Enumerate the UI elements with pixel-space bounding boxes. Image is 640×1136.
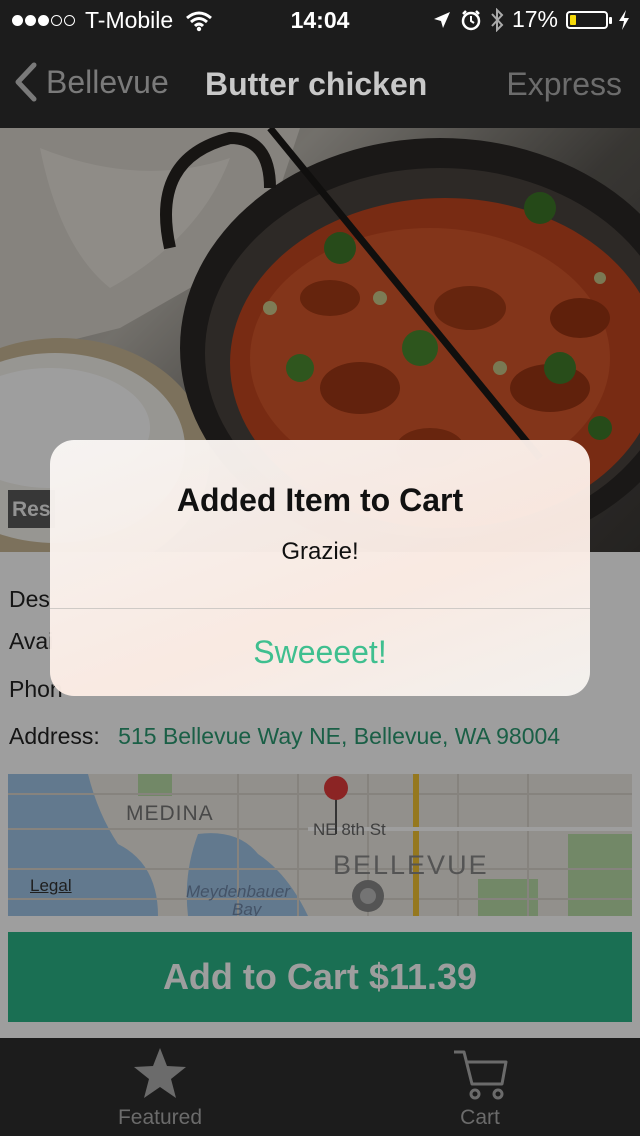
location-arrow-icon: [433, 11, 450, 28]
star-icon: [134, 1048, 186, 1098]
navigation-bar: Bellevue Butter chicken Express: [0, 40, 640, 128]
tab-cart-label: Cart: [460, 1106, 500, 1129]
tab-featured[interactable]: Featured: [60, 1046, 260, 1130]
bluetooth-icon: [491, 7, 504, 32]
alert-confirm-button[interactable]: Sweeeet!: [50, 609, 590, 696]
tab-cart[interactable]: Cart: [380, 1046, 580, 1130]
back-label: Bellevue: [46, 63, 169, 100]
alarm-icon: [461, 9, 481, 30]
chevron-left-icon: [15, 62, 37, 102]
tab-bar: Featured Cart: [0, 1038, 640, 1136]
alert-dialog: Added Item to Cart Grazie! Sweeeet!: [50, 440, 590, 696]
app-screen: T-Mobile 14:04 17% Bellevue Butter chick…: [0, 0, 640, 1136]
page-title: Butter chicken: [205, 66, 428, 102]
battery-icon: [566, 10, 612, 29]
status-right: 17%: [432, 6, 630, 33]
express-button[interactable]: Express: [506, 66, 622, 103]
tab-featured-label: Featured: [117, 1106, 203, 1129]
alert-title: Added Item to Cart: [176, 482, 464, 518]
charging-bolt-icon: [619, 9, 629, 30]
alert-message: Grazie!: [281, 538, 359, 565]
status-bar: T-Mobile 14:04 17%: [0, 0, 640, 40]
battery-percent: 17%: [511, 6, 558, 32]
cart-icon: [454, 1050, 508, 1100]
back-button[interactable]: Bellevue: [14, 62, 169, 102]
